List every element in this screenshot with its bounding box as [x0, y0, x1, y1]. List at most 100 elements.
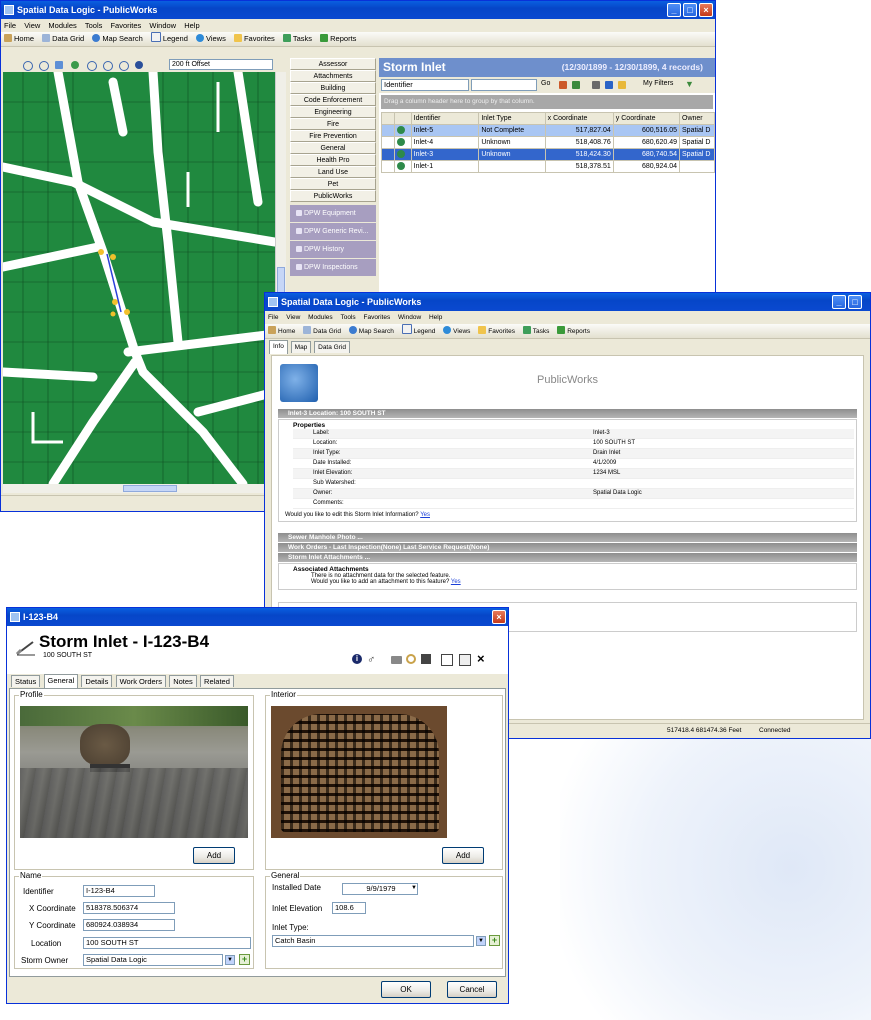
menu-help[interactable]: Help: [429, 314, 442, 321]
cancel-button[interactable]: Cancel: [447, 981, 497, 998]
location-field[interactable]: 100 SOUTH ST: [83, 937, 251, 949]
menu-favorites[interactable]: Favorites: [363, 314, 390, 321]
zoom-icon[interactable]: [103, 61, 113, 71]
table-row[interactable]: Inlet-4 Unknown 518,408.76 680,620.49 Spat…: [381, 136, 715, 149]
tools-icon[interactable]: ♂: [367, 654, 375, 666]
toolbar-home[interactable]: Home: [268, 325, 295, 338]
tab-info[interactable]: Info: [269, 340, 288, 354]
go-button[interactable]: Go: [541, 80, 550, 87]
menu-help[interactable]: Help: [184, 21, 199, 30]
submodule-dpw-generic[interactable]: DPW Generic Revi...: [290, 223, 376, 240]
paste-icon[interactable]: [459, 654, 471, 666]
interior-add-button[interactable]: Add: [442, 847, 484, 864]
globe-icon[interactable]: [71, 61, 79, 69]
profile-add-button[interactable]: Add: [193, 847, 235, 864]
refresh-icon[interactable]: [572, 81, 580, 89]
maximize-icon[interactable]: □: [683, 3, 697, 17]
tab-status[interactable]: Status: [11, 675, 41, 687]
ok-button[interactable]: OK: [381, 981, 431, 998]
zoom-icon[interactable]: [87, 61, 97, 71]
zoom-in-icon[interactable]: [23, 61, 33, 71]
submodule-dpw-inspections[interactable]: DPW Inspections: [290, 259, 376, 276]
section-manhole-photo[interactable]: Sewer Manhole Photo ...: [278, 533, 857, 542]
print-icon[interactable]: [391, 656, 402, 664]
tab-map[interactable]: Map: [290, 341, 312, 353]
chevron-down-icon[interactable]: ▼: [225, 955, 235, 965]
add-attach-yes-link[interactable]: Yes: [451, 579, 461, 585]
module-code-enforcement[interactable]: Code Enforcement: [290, 94, 376, 106]
toolbar-reports[interactable]: Reports: [557, 325, 590, 338]
column-header[interactable]: Identifier: [410, 112, 480, 125]
table-row[interactable]: Inlet-3 Unknown 518,424.30 680,740.54 Spat…: [381, 148, 715, 161]
tab-details[interactable]: Details: [81, 675, 113, 687]
search-field-select[interactable]: Identifier: [381, 79, 469, 91]
minimize-icon[interactable]: _: [667, 3, 681, 17]
submodule-dpw-history[interactable]: DPW History: [290, 241, 376, 258]
toolbar-views[interactable]: Views: [443, 325, 470, 338]
column-header[interactable]: y Coordinate: [612, 112, 681, 125]
storm-owner-select[interactable]: Spatial Data Logic: [83, 954, 223, 966]
minimize-icon[interactable]: _: [832, 295, 846, 309]
export-icon[interactable]: [559, 81, 567, 89]
toolbar-map-search[interactable]: Map Search: [92, 32, 143, 46]
close-icon[interactable]: ×: [477, 651, 485, 666]
module-building[interactable]: Building: [290, 82, 376, 94]
toolbar-legend[interactable]: Legend: [150, 32, 188, 46]
copy-icon[interactable]: [441, 654, 453, 666]
refresh-icon[interactable]: [119, 61, 129, 71]
table-row[interactable]: Inlet-5 Not Complete 517,827.04 600,516.05…: [381, 124, 715, 137]
toolbar-data-grid[interactable]: Data Grid: [42, 32, 84, 46]
info-titlebar[interactable]: Spatial Data Logic - PublicWorks _ □: [265, 293, 870, 311]
y-coordinate-field[interactable]: 680924.038934: [83, 919, 175, 931]
chevron-down-icon[interactable]: ▼: [409, 884, 419, 894]
tab-related[interactable]: Related: [200, 675, 234, 687]
map-view[interactable]: [3, 72, 275, 484]
toolbar-reports[interactable]: Reports: [320, 32, 356, 46]
inlet-elevation-field[interactable]: 108.6: [332, 902, 366, 914]
tab-data-grid[interactable]: Data Grid: [314, 341, 350, 353]
map-horizontal-scrollbar[interactable]: [3, 484, 275, 493]
toolbar-favorites[interactable]: Favorites: [233, 32, 275, 46]
identifier-field[interactable]: I-123-B4: [83, 885, 155, 897]
info-icon[interactable]: i: [352, 654, 362, 664]
module-fire-prevention[interactable]: Fire Prevention: [290, 130, 376, 142]
close-icon[interactable]: ×: [699, 3, 713, 17]
close-icon[interactable]: ×: [492, 610, 506, 624]
menu-favorites[interactable]: Favorites: [110, 21, 141, 30]
main-titlebar[interactable]: Spatial Data Logic - PublicWorks _ □ ×: [1, 1, 715, 19]
my-filters-button[interactable]: My Filters: [643, 80, 673, 87]
column-header[interactable]: x Coordinate: [544, 112, 614, 125]
column-header[interactable]: Inlet Type: [478, 112, 546, 125]
tab-notes[interactable]: Notes: [169, 675, 197, 687]
edit-yes-link[interactable]: Yes: [420, 512, 430, 518]
menu-file[interactable]: File: [4, 21, 16, 30]
maximize-icon[interactable]: □: [848, 295, 862, 309]
module-publicworks[interactable]: PublicWorks: [290, 190, 376, 202]
module-assessor[interactable]: Assessor: [290, 58, 376, 70]
toolbar-home[interactable]: Home: [4, 32, 34, 46]
pan-icon[interactable]: [55, 61, 63, 69]
menu-modules[interactable]: Modules: [48, 21, 76, 30]
module-attachments[interactable]: Attachments: [290, 70, 376, 82]
print-icon[interactable]: [592, 81, 600, 89]
add-owner-icon[interactable]: +: [239, 954, 250, 965]
x-coordinate-field[interactable]: 518378.506374: [83, 902, 175, 914]
menu-window[interactable]: Window: [149, 21, 176, 30]
add-inlet-type-icon[interactable]: +: [489, 935, 500, 946]
submodule-dpw-equipment[interactable]: DPW Equipment: [290, 205, 376, 222]
menu-tools[interactable]: Tools: [340, 314, 355, 321]
toolbar-favorites[interactable]: Favorites: [478, 325, 515, 338]
table-row[interactable]: Inlet-1 518,378.51 680,924.04: [381, 160, 715, 173]
zoom-out-icon[interactable]: [39, 61, 49, 71]
offset-select[interactable]: 200 ft Offset: [169, 59, 273, 70]
menu-view[interactable]: View: [24, 21, 40, 30]
section-attachments[interactable]: Storm Inlet Attachments ...: [278, 553, 857, 562]
save-icon[interactable]: [421, 654, 431, 664]
module-engineering[interactable]: Engineering: [290, 106, 376, 118]
section-location[interactable]: Inlet-3 Location: 100 SOUTH ST: [278, 409, 857, 418]
search-input[interactable]: [471, 79, 537, 91]
module-health-pro[interactable]: Health Pro: [290, 154, 376, 166]
folder-icon[interactable]: [618, 81, 626, 89]
parcel-map[interactable]: [3, 72, 275, 484]
menu-window[interactable]: Window: [398, 314, 421, 321]
